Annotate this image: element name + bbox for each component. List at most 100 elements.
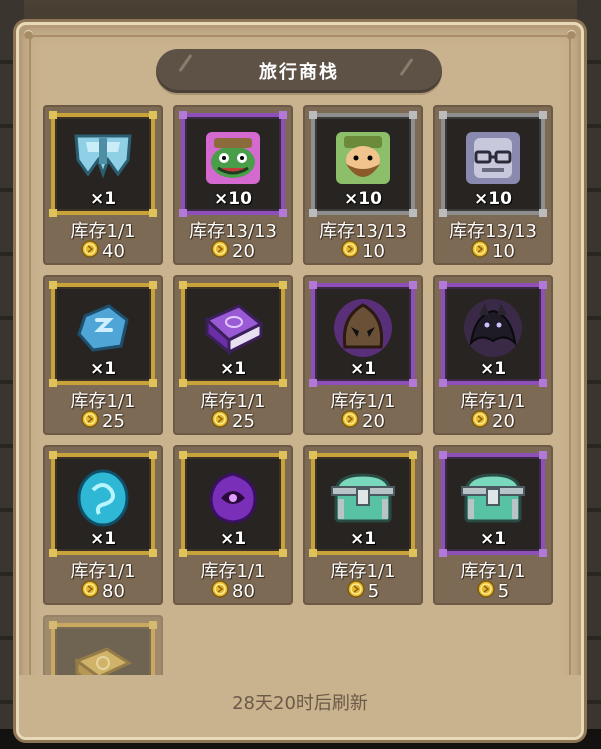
bearded-hero-portrait-icon xyxy=(334,130,392,190)
item-quantity: ×1 xyxy=(479,529,507,549)
gold-coin-icon xyxy=(341,410,359,433)
teal-chest-icon xyxy=(330,471,396,529)
item-frame: ×10 xyxy=(179,111,287,217)
frame-corner xyxy=(179,379,187,387)
shop-item-card[interactable]: ×10 库存13/13 10 xyxy=(303,105,423,265)
frame-corner xyxy=(309,111,317,119)
shop-item-card[interactable]: ×10 库存13/13 20 xyxy=(173,105,293,265)
item-frame: ×1 xyxy=(49,451,157,557)
item-price: 80 xyxy=(43,580,163,603)
frame-corner xyxy=(439,451,447,459)
frame-corner xyxy=(49,621,57,629)
item-frame: ×10 xyxy=(439,111,547,217)
shop-item-card[interactable]: ×1 库存1/1 5 xyxy=(303,445,423,605)
item-frame: ×1 xyxy=(439,281,547,387)
shop-item-card[interactable] xyxy=(43,615,163,679)
banner-decoration xyxy=(178,53,193,73)
shop-item-card[interactable]: ×1 库存1/1 80 xyxy=(173,445,293,605)
frame-corner xyxy=(179,209,187,217)
gold-coin-icon xyxy=(81,410,99,433)
gold-coin-icon xyxy=(471,240,489,263)
frame-corner xyxy=(49,281,57,289)
gold-coin-icon xyxy=(81,580,99,603)
frame-corner xyxy=(439,111,447,119)
frame-corner xyxy=(149,451,157,459)
item-frame: ×1 xyxy=(49,111,157,217)
helmet-icon xyxy=(72,130,134,190)
blue-rune-stone-icon xyxy=(75,302,131,358)
item-price: 10 xyxy=(433,240,553,263)
gold-coin-icon xyxy=(81,240,99,263)
shop-item-card[interactable]: ×1 库存1/1 25 xyxy=(43,275,163,435)
item-frame: ×1 xyxy=(309,281,417,387)
frame-corner xyxy=(539,281,547,289)
item-frame: ×1 xyxy=(49,281,157,387)
shop-item-card[interactable]: ×1 库存1/1 20 xyxy=(303,275,423,435)
price-value: 80 xyxy=(102,581,125,602)
item-price: 5 xyxy=(433,580,553,603)
price-value: 10 xyxy=(362,241,385,262)
item-quantity: ×1 xyxy=(219,359,247,379)
price-value: 40 xyxy=(102,241,125,262)
frame-corner xyxy=(409,379,417,387)
frame-corner xyxy=(49,379,57,387)
frame-corner xyxy=(439,281,447,289)
price-value: 80 xyxy=(232,581,255,602)
dark-dragon-icon xyxy=(461,297,525,363)
shop-item-card[interactable]: ×1 库存1/1 20 xyxy=(433,275,553,435)
shop-item-card[interactable]: ×10 库存13/13 10 xyxy=(433,105,553,265)
price-value: 5 xyxy=(367,581,380,602)
item-price: 80 xyxy=(173,580,293,603)
shop-item-card[interactable]: ×1 库存1/1 80 xyxy=(43,445,163,605)
shop-item-card[interactable]: ×1 库存1/1 40 xyxy=(43,105,163,265)
item-frame: ×10 xyxy=(309,111,417,217)
price-value: 5 xyxy=(497,581,510,602)
golden-book-icon xyxy=(71,643,135,679)
frame-corner xyxy=(309,379,317,387)
price-value: 25 xyxy=(102,411,125,432)
frame-corner xyxy=(279,451,287,459)
item-price: 40 xyxy=(43,240,163,263)
shop-item-card[interactable]: ×1 库存1/1 25 xyxy=(173,275,293,435)
frame-corner xyxy=(439,379,447,387)
frame-corner xyxy=(179,451,187,459)
item-frame: ×1 xyxy=(179,281,287,387)
frame-corner xyxy=(309,209,317,217)
item-quantity: ×1 xyxy=(479,359,507,379)
price-value: 20 xyxy=(362,411,385,432)
robot-glasses-portrait-icon xyxy=(464,130,522,190)
frame-corner xyxy=(409,281,417,289)
hooded-mask-icon xyxy=(331,297,395,363)
price-value: 20 xyxy=(232,241,255,262)
frame-corner xyxy=(149,621,157,629)
shop-item-card[interactable]: ×1 库存1/1 5 xyxy=(433,445,553,605)
frame-corner xyxy=(49,111,57,119)
price-value: 20 xyxy=(492,411,515,432)
item-price: 20 xyxy=(173,240,293,263)
item-quantity: ×1 xyxy=(349,359,377,379)
item-price: 10 xyxy=(303,240,423,263)
purple-spellbook-icon xyxy=(201,300,265,360)
item-price: 20 xyxy=(433,410,553,433)
item-price: 25 xyxy=(173,410,293,433)
frame-corner xyxy=(309,281,317,289)
frame-corner xyxy=(309,451,317,459)
frame-corner xyxy=(539,209,547,217)
item-frame: ×1 xyxy=(179,451,287,557)
item-price: 25 xyxy=(43,410,163,433)
price-value: 10 xyxy=(492,241,515,262)
frame-corner xyxy=(539,451,547,459)
gold-coin-icon xyxy=(211,410,229,433)
cyan-swirl-coin-icon xyxy=(75,468,131,532)
frame-corner xyxy=(539,379,547,387)
item-price: 5 xyxy=(303,580,423,603)
frame-corner xyxy=(179,281,187,289)
gold-coin-icon xyxy=(471,410,489,433)
frame-corner xyxy=(309,549,317,557)
teal-chest-icon xyxy=(460,471,526,529)
frame-corner xyxy=(179,111,187,119)
frame-corner xyxy=(279,549,287,557)
frame-corner xyxy=(279,281,287,289)
frame-corner xyxy=(279,379,287,387)
item-quantity: ×1 xyxy=(349,529,377,549)
